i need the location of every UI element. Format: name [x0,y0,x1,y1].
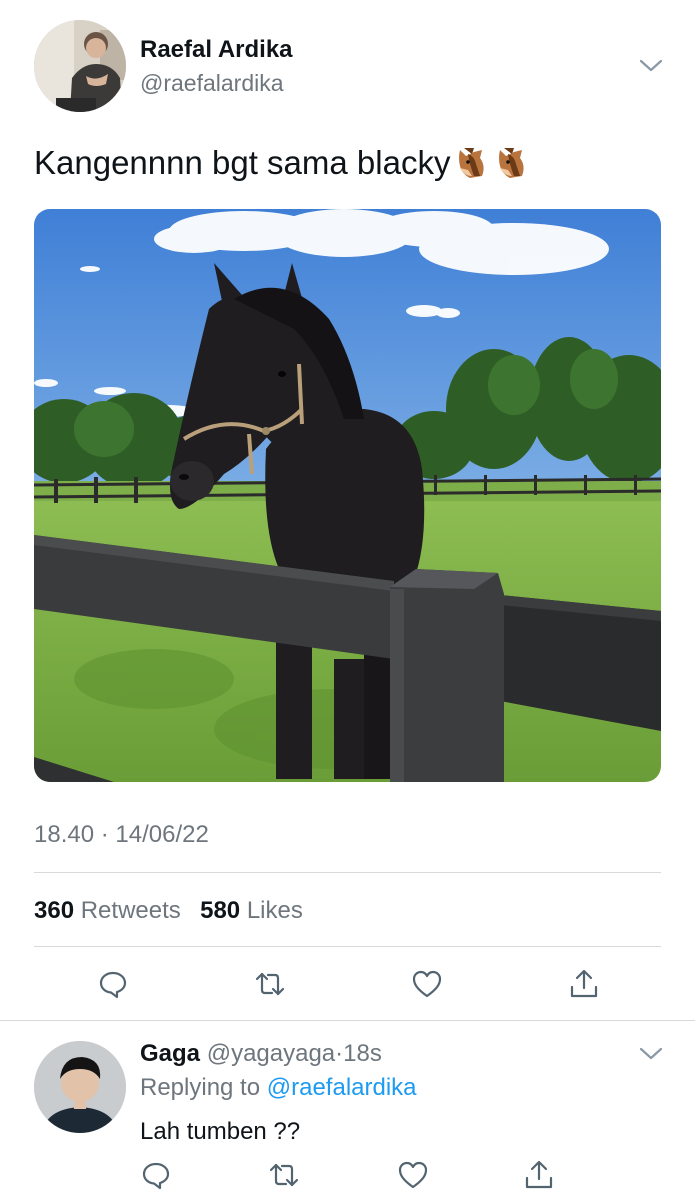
divider [0,1020,695,1021]
reply-text: Lah tumben ?? [140,1118,301,1145]
retweet-button[interactable] [266,1157,302,1193]
avatar-photo [34,20,126,112]
author-handle[interactable]: @raefalardika [140,70,284,97]
retweet-icon [269,1163,299,1187]
reply-author-handle[interactable]: @yagayaga [207,1040,335,1067]
share-icon [570,969,598,998]
replying-to-handle[interactable]: @raefalardika [267,1074,417,1101]
like-button[interactable] [409,966,445,1002]
separator-dot: · [335,1040,344,1067]
horse-face-emoji-icon [494,146,530,180]
avatar-photo [34,1041,126,1133]
retweet-icon [255,972,285,996]
reply-author-name[interactable]: Gaga [140,1040,200,1067]
author-name[interactable]: Raefal Ardika [140,36,293,64]
reply-time[interactable]: 18s [343,1040,382,1067]
author-avatar[interactable] [34,20,126,112]
divider [34,946,661,947]
horse-photo-image [34,209,661,782]
likes-label[interactable]: Likes [247,897,303,924]
share-button[interactable] [521,1157,557,1193]
reply-author-avatar[interactable] [34,1041,126,1133]
reply-button[interactable] [95,966,131,1002]
reply-header: Gaga @yagayaga·18s [140,1040,382,1068]
horse-face-emoji-icon [454,146,490,180]
reply-button[interactable] [138,1157,174,1193]
like-button[interactable] [395,1157,431,1193]
replying-to-label: Replying to [140,1074,261,1101]
reply-icon [142,1162,170,1190]
chevron-down-icon[interactable] [638,56,664,74]
tweet-timestamp[interactable]: 18.40 · 14/06/22 [34,821,209,849]
tweet-stats: 360 Retweets 580 Likes [34,897,303,925]
chevron-down-icon[interactable] [638,1044,664,1062]
retweets-count[interactable]: 360 [34,897,74,924]
share-button[interactable] [566,966,602,1002]
reply-icon [99,971,127,999]
divider [34,872,661,873]
like-icon [412,970,442,998]
likes-count[interactable]: 580 [200,897,240,924]
share-icon [525,1160,553,1189]
retweets-label[interactable]: Retweets [81,897,181,924]
replying-to-context: Replying to @raefalardika [140,1074,417,1102]
like-icon [398,1161,428,1189]
retweet-button[interactable] [252,966,288,1002]
tweet-photo[interactable] [34,209,661,782]
tweet-text-content: Kangennnn bgt sama blacky [34,144,451,181]
tweet-text: Kangennnn bgt sama blacky [34,144,530,182]
